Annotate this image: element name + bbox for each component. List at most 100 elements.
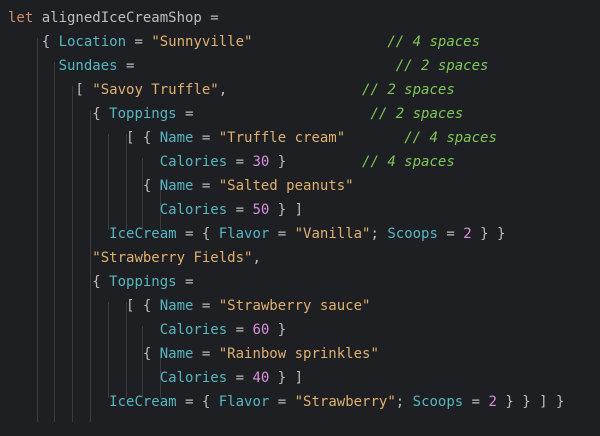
code-comment: // 4 spaces xyxy=(404,130,497,146)
code-keyword: let xyxy=(8,10,42,26)
code-token: } } ] } xyxy=(496,394,565,410)
code-identifier: IceCream xyxy=(109,394,177,410)
code-line[interactable]: { Name = "Salted peanuts" xyxy=(8,174,354,198)
code-number: 50 xyxy=(252,202,270,218)
code-identifier: Calories xyxy=(159,370,228,386)
code-string: "Strawberry Fields" xyxy=(92,250,253,266)
code-token: [ xyxy=(8,82,93,98)
code-token: ; xyxy=(395,394,413,410)
code-token: = xyxy=(463,394,489,410)
code-line[interactable]: [ { Name = "Truffle cream" // 4 spaces xyxy=(8,126,497,150)
code-string: "Rainbow sprinkles" xyxy=(218,346,379,362)
code-line[interactable]: Calories = 50 } ] xyxy=(8,198,303,222)
code-identifier: Scoops xyxy=(412,394,464,410)
code-string: "Vanilla" xyxy=(294,226,371,242)
code-identifier: Sundaes xyxy=(58,58,118,74)
code-number: 40 xyxy=(252,370,270,386)
code-token: = xyxy=(227,322,253,338)
code-token: = xyxy=(176,274,194,290)
code-identifier: Flavor xyxy=(218,226,270,242)
code-token: } xyxy=(269,154,363,170)
code-token: { xyxy=(8,274,110,290)
code-line[interactable]: Calories = 40 } ] xyxy=(8,366,303,390)
code-editor[interactable]: let alignedIceCreamShop = { Location = "… xyxy=(0,0,600,436)
code-token: { xyxy=(8,178,160,194)
code-token: } } xyxy=(471,226,506,242)
code-token: = { xyxy=(176,394,219,410)
code-token: { xyxy=(8,346,160,362)
code-number: 30 xyxy=(252,154,270,170)
code-token: } ] xyxy=(269,370,304,386)
code-token: = xyxy=(193,178,219,194)
code-line[interactable]: [ { Name = "Strawberry sauce" xyxy=(8,294,370,318)
code-token: } xyxy=(269,322,287,338)
code-identifier: Calories xyxy=(159,202,228,218)
code-number: 2 xyxy=(463,226,472,242)
code-identifier: Location xyxy=(58,34,127,50)
code-string: "Strawberry" xyxy=(294,394,396,410)
code-token: = xyxy=(126,34,152,50)
code-token: [ { xyxy=(8,130,160,146)
code-identifier: Name xyxy=(159,298,194,314)
code-identifier: Calories xyxy=(159,154,228,170)
code-string: "Salted peanuts" xyxy=(218,178,354,194)
code-comment: // 2 spaces xyxy=(362,82,455,98)
code-token: { xyxy=(8,34,59,50)
code-comment: // 4 spaces xyxy=(362,154,455,170)
code-identifier: Toppings xyxy=(109,274,177,290)
code-line[interactable]: { Name = "Rainbow sprinkles" xyxy=(8,342,379,366)
code-comment: // 2 spaces xyxy=(395,58,489,74)
code-token: } ] xyxy=(269,202,304,218)
code-token: ; xyxy=(370,226,388,242)
code-identifier: Toppings xyxy=(109,106,177,122)
code-token: = xyxy=(193,298,219,314)
code-identifier: IceCream xyxy=(109,226,177,242)
code-token: = xyxy=(193,346,219,362)
code-line[interactable]: "Strawberry Fields", xyxy=(8,246,261,270)
code-token: = xyxy=(117,58,396,74)
code-identifier: Flavor xyxy=(218,394,270,410)
code-line[interactable]: [ "Savoy Truffle", // 2 spaces xyxy=(8,78,455,102)
code-token: = xyxy=(269,394,295,410)
code-comment: // 4 spaces xyxy=(252,34,481,50)
code-identifier: Name xyxy=(159,130,194,146)
code-identifier: Scoops xyxy=(387,226,438,242)
code-line[interactable]: { Toppings = // 2 spaces xyxy=(8,102,463,126)
code-token: = xyxy=(227,202,253,218)
code-token: = { xyxy=(176,226,219,242)
code-line[interactable]: Sundaes = // 2 spaces xyxy=(8,54,489,78)
code-identifier: Name xyxy=(159,178,194,194)
code-identifier: Calories xyxy=(159,322,228,338)
code-line[interactable]: IceCream = { Flavor = "Strawberry"; Scoo… xyxy=(8,390,564,414)
code-token: = xyxy=(227,154,253,170)
code-token: { xyxy=(8,106,110,122)
code-comment: // 2 spaces xyxy=(370,106,464,122)
code-string: "Strawberry sauce" xyxy=(218,298,371,314)
code-line[interactable]: { Toppings = xyxy=(8,270,193,294)
code-line[interactable]: Calories = 60 } xyxy=(8,318,286,342)
code-number: 2 xyxy=(488,394,497,410)
code-identifier: Name xyxy=(159,346,194,362)
code-token: = xyxy=(193,130,219,146)
code-line[interactable]: IceCream = { Flavor = "Vanilla"; Scoops … xyxy=(8,222,505,246)
code-line[interactable]: Calories = 30 } // 4 spaces xyxy=(8,150,455,174)
code-token: , xyxy=(218,82,363,98)
code-string: "Savoy Truffle" xyxy=(92,82,219,98)
code-token: = xyxy=(437,226,464,242)
code-line[interactable]: { Location = "Sunnyville" // 4 spaces xyxy=(8,30,480,54)
code-string: "Truffle cream" xyxy=(218,130,346,146)
code-line[interactable]: let alignedIceCreamShop = xyxy=(8,6,219,30)
code-token: alignedIceCreamShop = xyxy=(41,10,219,26)
code-number: 60 xyxy=(252,322,270,338)
code-token: = xyxy=(227,370,253,386)
code-token: = xyxy=(269,226,295,242)
code-token: , xyxy=(252,250,261,266)
